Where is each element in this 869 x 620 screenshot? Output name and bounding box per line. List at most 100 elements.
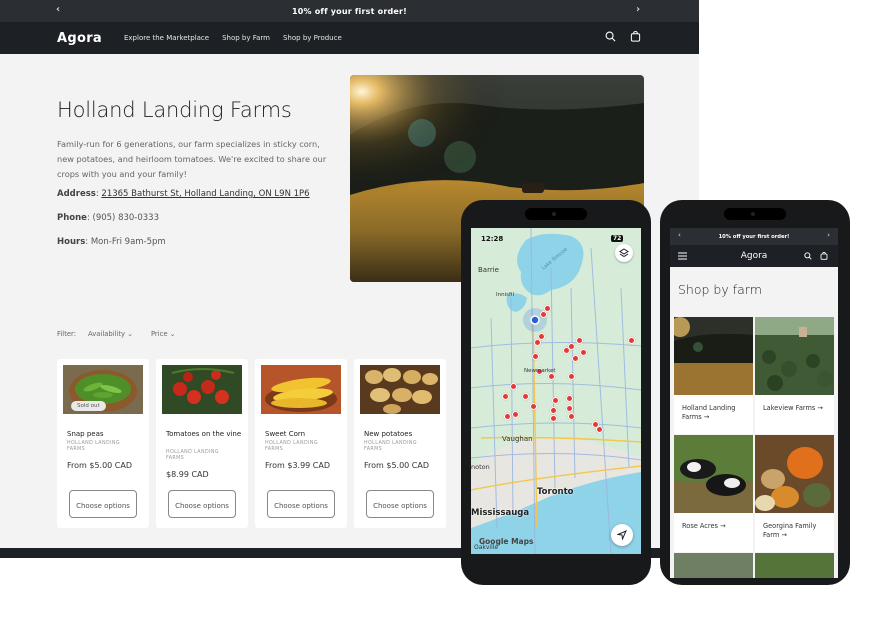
farm-pin-icon[interactable] [540,311,547,318]
mobile-announcement-bar: ‹ 10% off your first order! › [670,228,838,245]
farm-card[interactable]: Georgina Family Farm → [755,435,834,552]
farm-card-label[interactable]: Georgina Family Farm → [763,522,831,540]
chevron-right-icon[interactable]: › [636,4,640,15]
product-name[interactable]: Snap peas [67,430,143,439]
nav-link-shop-by-produce[interactable]: Shop by Produce [283,34,342,42]
farm-image-partial [755,553,834,578]
search-icon[interactable] [804,252,812,260]
chevron-left-icon[interactable]: ‹ [56,4,60,15]
chevron-down-icon: ⌄ [127,330,133,338]
filter-label: Filter: [57,330,77,338]
announcement-text: 10% off your first order! [291,6,408,16]
mobile-announcement-text: 10% off your first order! [718,233,790,240]
choose-options-button[interactable]: Choose options [366,490,434,518]
farm-card[interactable] [755,553,834,578]
farm-pin-icon[interactable] [552,397,559,404]
farm-phone: Phone: (905) 830-0333 [57,213,159,223]
choose-options-button[interactable]: Choose options [69,490,137,518]
chevron-right-icon[interactable]: › [827,231,830,239]
hours-label: Hours [57,237,86,247]
filter-availability-label: Availability [88,330,126,338]
sold-out-badge: Sold out [71,401,106,411]
hours-value: Mon-Fri 9am-5pm [90,237,166,247]
farm-pin-icon[interactable] [566,395,573,402]
farm-pin-icon[interactable] [628,337,635,344]
filter-availability[interactable]: Availability ⌄ [88,330,133,338]
mobile-logo[interactable]: Agora [741,251,768,261]
farm-pin-icon[interactable] [534,339,541,346]
product-name[interactable]: New potatoes [364,430,440,439]
farm-card-label[interactable]: Lakeview Farms → [763,404,831,413]
farm-pin-icon[interactable] [548,373,555,380]
menu-icon[interactable] [678,252,687,260]
map-phone: 12:28 72 Barrie Innisfil Lake Simcoe New… [461,200,651,585]
address-link[interactable]: 21365 Bathurst St, Holland Landing, ON L… [101,189,309,199]
farm-title: Holland Landing Farms [57,98,292,122]
battery-indicator: 72 [611,235,624,242]
product-price: From $3.99 CAD [265,461,331,470]
farm-pin-icon[interactable] [522,393,529,400]
map-label-vaughan: Vaughan [502,435,533,443]
header-icons [605,31,641,42]
farm-pin-icon[interactable] [563,347,570,354]
product-price: From $5.00 CAD [67,461,133,470]
product-vendor: HOLLAND LANDING FARMS [166,450,219,461]
farm-image-partial [674,553,753,578]
choose-options-button[interactable]: Choose options [168,490,236,518]
farm-pin-icon[interactable] [566,405,573,412]
nav-link-shop-by-farm[interactable]: Shop by Farm [222,34,270,42]
map-screen[interactable]: 12:28 72 Barrie Innisfil Lake Simcoe New… [471,228,641,554]
chevron-left-icon[interactable]: ‹ [678,231,681,239]
shop-by-farm-title: Shop by farm [678,282,762,297]
product-card[interactable]: Sold out Snap peas HOLLAND LANDING FARMS… [57,359,149,528]
google-maps-attribution: Google Maps [479,537,534,546]
farm-pin-icon[interactable] [512,411,519,418]
farm-card[interactable] [674,553,753,578]
product-vendor: HOLLAND LANDING FARMS [364,441,417,452]
farm-card-label[interactable]: Holland Landing Farms → [682,404,750,422]
farm-card[interactable]: Lakeview Farms → [755,317,834,434]
farm-pin-icon[interactable] [550,407,557,414]
product-card[interactable]: New potatoes HOLLAND LANDING FARMS From … [354,359,446,528]
cart-icon[interactable] [820,252,828,260]
farm-card[interactable]: Holland Landing Farms → [674,317,753,434]
map-layers-button[interactable] [615,244,633,262]
map-canvas[interactable] [471,228,641,554]
farm-pin-icon[interactable] [572,355,579,362]
farm-pin-icon[interactable] [532,353,539,360]
chevron-down-icon: ⌄ [169,330,176,338]
farm-image-rose-acres [674,435,753,513]
product-filters: Filter: Availability ⌄ Price ⌄ [57,330,175,338]
farm-pin-icon[interactable] [510,383,517,390]
product-image-tomatoes [162,365,242,414]
map-label-brampton: noton [471,463,490,471]
address-label: Address [57,189,96,199]
cart-icon[interactable] [630,31,641,42]
map-label-mississauga: Mississauga [471,508,530,518]
search-icon[interactable] [605,31,616,42]
phone-label: Phone [57,213,87,223]
map-label-innisfil: Innisfil [496,292,514,298]
product-name[interactable]: Sweet Corn [265,430,341,439]
farm-pin-icon[interactable] [550,415,557,422]
farm-card-label[interactable]: Rose Acres → [682,522,750,531]
farm-pin-icon[interactable] [568,373,575,380]
product-image-sweet-corn [261,365,341,414]
locate-me-button[interactable] [611,524,633,546]
choose-options-button[interactable]: Choose options [267,490,335,518]
farm-pin-icon[interactable] [596,426,603,433]
filter-price[interactable]: Price ⌄ [151,330,175,338]
product-card[interactable]: Tomatoes on the vine HOLLAND LANDING FAR… [156,359,248,528]
farm-card[interactable]: Rose Acres → [674,435,753,552]
farm-pin-icon[interactable] [580,349,587,356]
product-card[interactable]: Sweet Corn HOLLAND LANDING FARMS From $3… [255,359,347,528]
farm-pin-icon[interactable] [576,337,583,344]
mobile-header: Agora [670,245,838,267]
nav-link-explore[interactable]: Explore the Marketplace [124,34,209,42]
site-logo[interactable]: Agora [57,31,102,46]
farm-pin-icon[interactable] [504,413,511,420]
product-name[interactable]: Tomatoes on the vine [166,430,242,439]
farm-pin-icon[interactable] [530,403,537,410]
farm-pin-icon[interactable] [568,413,575,420]
farm-pin-icon[interactable] [502,393,509,400]
